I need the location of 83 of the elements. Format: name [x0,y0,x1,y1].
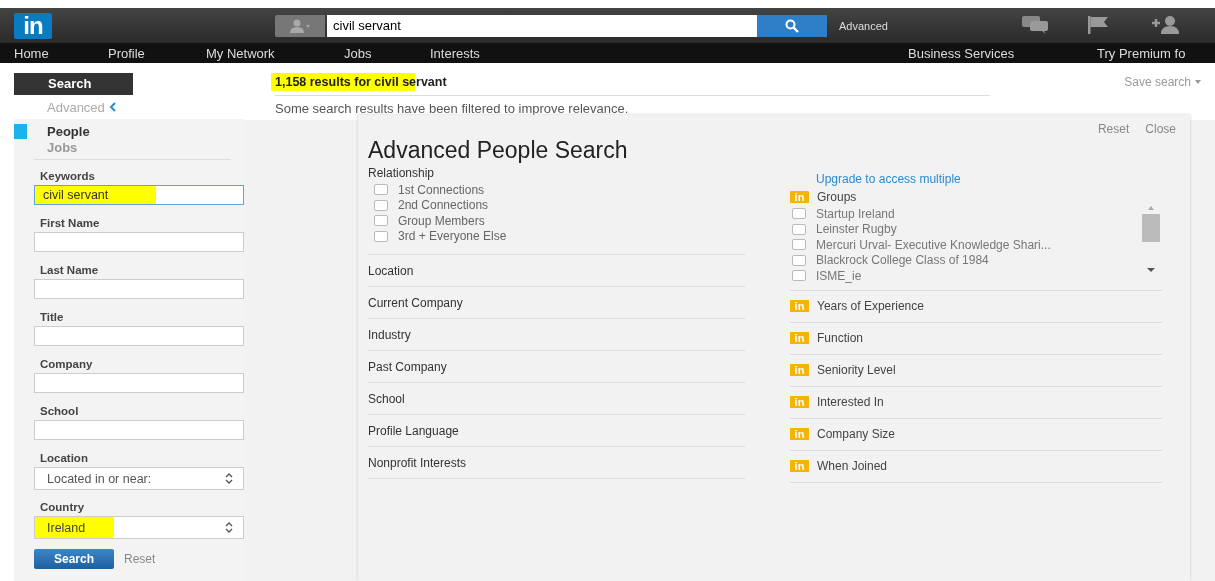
category-link[interactable]: People [47,123,90,139]
facet-label[interactable]: Groups [817,190,857,204]
select-field[interactable]: Located in or near: [34,467,244,490]
search-button[interactable] [757,14,827,37]
add-person-icon[interactable] [1152,16,1180,34]
messages-icon[interactable] [1022,16,1050,34]
option-label: Group Members [398,213,485,228]
checkbox[interactable] [374,184,388,196]
checkbox[interactable] [792,223,806,235]
option-label: ISME_ie [816,268,862,283]
search-tab[interactable]: Search [14,73,133,95]
caret-icon[interactable] [1195,80,1201,84]
option-label: 3rd + Everyone Else [398,229,507,244]
facet-label[interactable]: Years of Experience [817,299,924,313]
selection-marker [14,123,27,139]
input-field[interactable]: civil servant [34,185,244,205]
person-icon [289,18,311,33]
premium-badge: in [790,300,809,312]
field-label: Title [40,310,64,325]
premium-badge: in [790,332,809,344]
flag-icon[interactable] [1088,16,1110,34]
facet-label[interactable]: Seniority Level [817,363,896,377]
facet-label[interactable]: Current Company [368,295,463,310]
option-label: Blackrock College Class of 1984 [816,253,989,268]
option-label: 1st Connections [398,182,485,197]
facet-label[interactable]: Industry [368,327,411,342]
premium-badge: in [790,191,809,203]
facet-label[interactable]: Interested In [817,395,884,409]
input-field[interactable] [34,326,244,346]
chevron-left-icon[interactable] [108,102,116,112]
field-label: School [40,404,79,419]
premium-badge: in [790,428,809,440]
nav-link[interactable]: Interests [430,45,480,61]
facet-label[interactable]: School [368,391,405,406]
advanced-link[interactable]: Advanced [839,19,888,32]
search-field[interactable]: civil servant [327,14,757,37]
stepper-icon [225,522,233,533]
input-field[interactable] [34,373,244,393]
premium-badge: in [790,460,809,472]
checkbox[interactable] [374,230,388,242]
nav-link[interactable]: My Network [206,45,275,61]
nav-link[interactable]: Profile [108,45,145,61]
premium-badge: in [790,364,809,376]
search-type-dropdown[interactable] [275,14,325,37]
input-field[interactable] [34,279,244,299]
option-label: Leinster Rugby [816,222,897,237]
field-label: Company [40,357,93,372]
facet-label[interactable]: Profile Language [368,423,459,438]
field-label: Country [40,500,85,515]
stepper-icon [225,473,233,484]
section-label: Relationship [368,165,436,182]
search-button[interactable]: Search [34,549,114,569]
checkbox[interactable] [792,239,806,251]
checkbox[interactable] [374,215,388,227]
option-label: 2nd Connections [398,198,489,213]
checkbox[interactable] [792,208,806,220]
checkbox[interactable] [792,270,806,282]
facet-label[interactable]: Function [817,331,864,345]
checkbox[interactable] [374,199,388,211]
facet-label[interactable]: Nonprofit Interests [368,455,467,470]
premium-badge: in [790,396,809,408]
option-label: Mercuri Urval- Executive Knowledge Shari... [816,237,1051,252]
notice-text: Some search results have been filtered to improve relevance. [275,101,630,116]
dialog-title: Advanced People Search [368,137,629,164]
search-icon [785,18,799,33]
nav-link[interactable]: Jobs [344,45,372,61]
input-field[interactable] [34,420,244,440]
facet-label[interactable]: Location [368,263,414,278]
input-field[interactable] [34,232,244,252]
logo[interactable]: in [14,12,52,39]
option-label: Startup Ireland [816,206,895,221]
facet-label[interactable]: Past Company [368,359,447,374]
facet-label[interactable]: Company Size [817,427,896,441]
field-label: Location [40,451,88,466]
facet-label[interactable]: When Joined [817,459,888,473]
nav-link[interactable]: Business Services [908,45,1015,61]
nav-link[interactable]: Try Premium fo [1097,45,1186,61]
field-label: Last Name [40,263,99,278]
checkbox[interactable] [792,254,806,266]
nav-link[interactable]: Home [14,45,49,61]
field-label: Keywords [40,169,95,184]
field-label: First Name [40,216,100,231]
select-field[interactable]: Ireland [34,516,244,539]
